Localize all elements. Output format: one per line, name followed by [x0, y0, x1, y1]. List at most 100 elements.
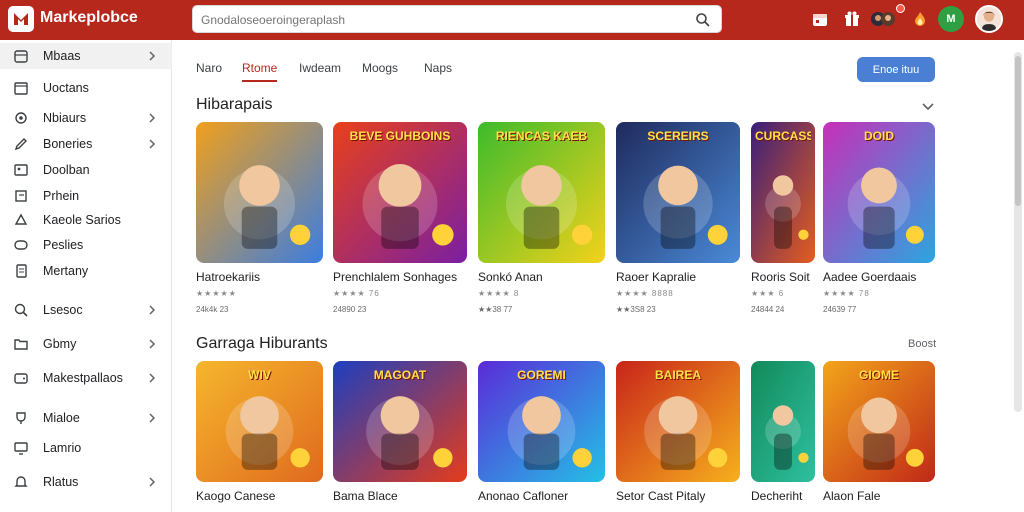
- app-title[interactable]: Kaogo Canese: [196, 489, 275, 503]
- app-meta: 24890 23: [333, 305, 367, 314]
- sidebar-item-label: Gbmy: [43, 337, 77, 351]
- app-rating: ★★★★ 8: [478, 289, 520, 298]
- sidebar-item-label: Mertany: [43, 264, 89, 278]
- app-title[interactable]: Bama Blace: [333, 489, 398, 503]
- wallet-icon: [14, 373, 28, 384]
- sidebar-item-label: Boneries: [43, 137, 93, 151]
- document-icon: [16, 264, 27, 278]
- sidebar-item-label: Rlatus: [43, 475, 79, 489]
- app-title[interactable]: Sonkó Anan: [478, 270, 543, 284]
- sidebar-item-15[interactable]: Rlatus: [0, 469, 172, 495]
- app-thumbnail[interactable]: DOID: [823, 122, 935, 263]
- sidebar-item-8[interactable]: Peslies: [0, 232, 172, 258]
- app-title[interactable]: Prenchlalem Sonhages: [333, 270, 457, 284]
- app-title[interactable]: Rooris Soit: [751, 270, 810, 284]
- thumbnail-caption: MAGOAT: [373, 369, 427, 382]
- sidebar-item-2[interactable]: Uoctans: [0, 75, 172, 101]
- tab-rtome[interactable]: Rtome: [242, 56, 278, 82]
- sidebar-item-label: Doolban: [43, 163, 90, 177]
- app-thumbnail[interactable]: [196, 122, 323, 263]
- pencil-icon: [14, 138, 27, 151]
- sidebar-item-label: Mbaas: [43, 49, 81, 63]
- thumbnail-caption: GOREMI: [517, 369, 566, 382]
- flag-icon: [15, 190, 27, 202]
- sidebar-item-label: Kaeole Sarios: [43, 213, 121, 227]
- app-thumbnail[interactable]: CURCASS: [751, 122, 815, 263]
- thumbnail-caption: RIENCAS KAEB: [495, 130, 588, 143]
- brand-name: Markeplobce: [40, 9, 138, 26]
- sidebar: Mbaas Uoctans Nbiaurs Boneries Doolban Prhein…: [0, 40, 172, 512]
- app-rating: ★★★★ 76: [333, 289, 380, 298]
- sidebar-item-14[interactable]: Lamrio: [0, 435, 172, 461]
- tag-icon: [14, 240, 28, 250]
- sidebar-item-9[interactable]: Mertany: [0, 258, 172, 284]
- app-rating: ★★★★ 78: [823, 289, 870, 298]
- tab-naps[interactable]: Naps: [424, 56, 452, 82]
- sidebar-item-12[interactable]: Makestpallaos: [0, 365, 172, 391]
- chevron-right-icon[interactable]: [146, 476, 158, 488]
- sidebar-item-1[interactable]: Mbaas: [0, 43, 172, 69]
- sidebar-item-11[interactable]: Gbmy: [0, 331, 172, 357]
- see-more-link[interactable]: Boost: [908, 338, 936, 350]
- app-thumbnail[interactable]: BAIREA: [616, 361, 740, 482]
- tab-iwdeam[interactable]: Iwdeam: [299, 56, 341, 82]
- image-icon: [14, 164, 28, 176]
- app-rating: ★★★★ 8888: [616, 289, 674, 298]
- app-thumbnail[interactable]: MAGOAT: [333, 361, 467, 482]
- sidebar-item-label: Uoctans: [43, 81, 89, 95]
- calendar-icon[interactable]: [810, 9, 830, 29]
- search-icon: [14, 303, 28, 317]
- chevron-right-icon[interactable]: [146, 304, 158, 316]
- bell-icon: [14, 476, 28, 487]
- chevron-right-icon[interactable]: [146, 338, 158, 350]
- sidebar-item-10[interactable]: Lsesoc: [0, 297, 172, 323]
- app-thumbnail[interactable]: SCEREIRS: [616, 122, 740, 263]
- flame-icon[interactable]: [910, 9, 930, 29]
- app-title[interactable]: Raoer Kapralie: [616, 270, 696, 284]
- chevron-right-icon[interactable]: [146, 372, 158, 384]
- gift-icon[interactable]: [842, 9, 862, 29]
- user-avatar[interactable]: [975, 5, 1003, 33]
- sidebar-item-7[interactable]: Kaeole Sarios: [0, 207, 172, 233]
- app-title[interactable]: Setor Cast Pitaly: [616, 489, 705, 503]
- tab-moogs[interactable]: Moogs: [362, 56, 398, 82]
- app-meta: ★★38 77: [478, 305, 513, 314]
- profile-initial-avatar[interactable]: M: [938, 6, 964, 32]
- chevron-down-icon[interactable]: [920, 98, 936, 114]
- app-thumbnail[interactable]: WIV: [196, 361, 323, 482]
- app-thumbnail[interactable]: BEVE GUHBOINS: [333, 122, 467, 263]
- app-thumbnail[interactable]: GIOME: [823, 361, 935, 482]
- sidebar-item-5[interactable]: Doolban: [0, 157, 172, 183]
- chevron-right-icon[interactable]: [146, 112, 158, 124]
- chevron-right-icon[interactable]: [146, 50, 158, 62]
- search-input[interactable]: [201, 10, 681, 30]
- chevron-right-icon[interactable]: [146, 138, 158, 150]
- app-title[interactable]: Alaon Fale: [823, 489, 880, 503]
- search-bar[interactable]: [192, 5, 722, 33]
- chevron-right-icon[interactable]: [146, 412, 158, 424]
- app-thumbnail[interactable]: RIENCAS KAEB: [478, 122, 605, 263]
- scrollbar-thumb[interactable]: [1015, 56, 1021, 206]
- sidebar-item-3[interactable]: Nbiaurs: [0, 105, 172, 131]
- app-thumbnail[interactable]: [751, 361, 815, 482]
- sidebar-item-label: Mialoe: [43, 411, 80, 425]
- search-icon[interactable]: [695, 12, 711, 28]
- tab-naro[interactable]: Naro: [196, 56, 222, 82]
- sidebar-item-4[interactable]: Boneries: [0, 131, 172, 157]
- app-logo[interactable]: [8, 6, 34, 32]
- section-title: Garraga Hiburants: [196, 335, 328, 352]
- app-title[interactable]: Aadee Goerdaais: [823, 270, 916, 284]
- app-title[interactable]: Decheriht: [751, 489, 802, 503]
- monitor-icon: [14, 442, 28, 455]
- sidebar-item-13[interactable]: Mialoe: [0, 405, 172, 431]
- primary-action-button[interactable]: Enoe ituu: [857, 57, 935, 82]
- sidebar-item-label: Makestpallaos: [43, 371, 123, 385]
- avatar-group-icon[interactable]: [870, 9, 898, 29]
- sidebar-item-label: Prhein: [43, 189, 80, 203]
- app-thumbnail[interactable]: GOREMI: [478, 361, 605, 482]
- app-title[interactable]: Hatroekariis: [196, 270, 260, 284]
- sidebar-item-label: Nbiaurs: [43, 111, 87, 125]
- app-title[interactable]: Anonao Cafloner: [478, 489, 568, 503]
- sidebar-item-6[interactable]: Prhein: [0, 183, 172, 209]
- app-meta: 24639 77: [823, 305, 857, 314]
